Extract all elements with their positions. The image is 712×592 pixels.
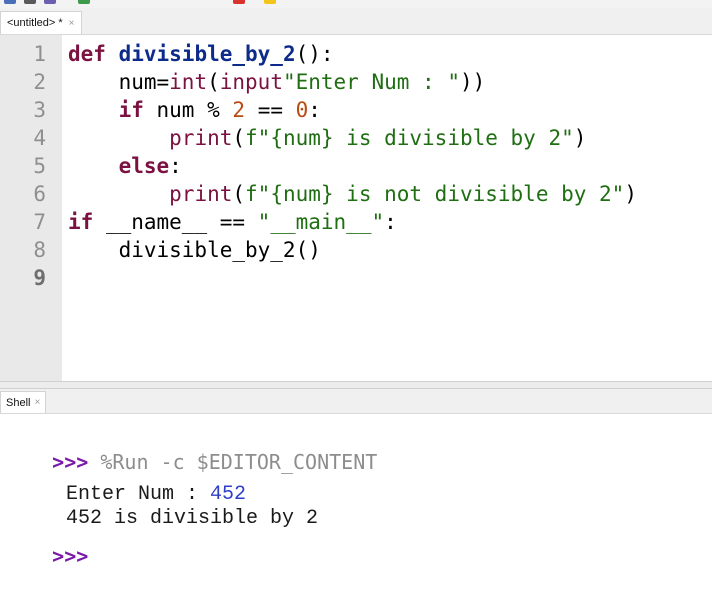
line-number: 8 (33, 238, 46, 262)
line-number: 9 (33, 266, 46, 290)
line-number: 7 (33, 210, 46, 234)
code-token: ( (232, 126, 246, 150)
code-area[interactable]: def divisible_by_2(): num=int(input"Ente… (68, 40, 637, 292)
code-line[interactable]: def divisible_by_2(): (68, 40, 637, 68)
code-token: def (68, 42, 106, 66)
code-token: if (68, 210, 94, 234)
code-token: input (219, 70, 283, 94)
code-token: int (169, 70, 208, 94)
code-editor[interactable]: 123456789 def divisible_by_2(): num=int(… (0, 35, 712, 381)
stop-icon[interactable] (233, 0, 245, 4)
editor-tab-label: <untitled> * (7, 17, 63, 29)
code-token: divisible_by_2 (118, 42, 296, 66)
line-number: 1 (33, 42, 46, 66)
code-token: num % (143, 98, 233, 122)
pane-divider[interactable] (0, 381, 712, 389)
line-number: 2 (33, 70, 46, 94)
code-line[interactable]: num=int(input"Enter Num : ")) (68, 68, 637, 96)
editor-tabbar: <untitled> * × (0, 8, 712, 35)
code-line[interactable]: divisible_by_2() (68, 236, 637, 264)
code-token: "Enter Num : " (282, 70, 460, 94)
code-token: 2 (232, 98, 246, 122)
shell-tabbar: Shell × (0, 389, 712, 414)
code-token: "__main__" (257, 210, 385, 234)
code-token: num= (68, 70, 170, 94)
code-line[interactable]: if __name__ == "__main__": (68, 208, 637, 236)
code-token: 0 (295, 98, 309, 122)
shell-prompt[interactable]: >>> (52, 544, 88, 568)
close-icon[interactable]: × (69, 18, 75, 29)
close-icon[interactable]: × (34, 397, 40, 408)
code-token: ( (207, 70, 220, 94)
code-token: : (169, 154, 182, 178)
toolbar-icon-1[interactable] (4, 0, 16, 4)
code-token: == (245, 98, 296, 122)
code-token: print (169, 182, 233, 206)
line-number: 4 (33, 126, 46, 150)
code-token: : (384, 210, 397, 234)
editor-tab-untitled[interactable]: <untitled> * × (0, 11, 82, 34)
code-token: f"{num} is not divisible by 2" (245, 182, 625, 206)
toolbar-icon-4[interactable] (78, 0, 90, 4)
code-token: divisible_by_2() (68, 238, 321, 262)
code-token: (): (295, 42, 334, 66)
toolbar (0, 0, 712, 8)
code-token: ) (573, 126, 587, 150)
toolbar-icon-3[interactable] (44, 0, 56, 4)
code-token: ) (624, 182, 637, 206)
shell-tab[interactable]: Shell × (0, 391, 47, 413)
code-line[interactable] (68, 264, 637, 292)
line-number: 6 (33, 182, 46, 206)
line-number: 3 (33, 98, 46, 122)
code-token: ( (232, 182, 246, 206)
line-number: 5 (33, 154, 46, 178)
shell-console[interactable]: >>> %Run -c $EDITOR_CONTENT Enter Num : … (0, 414, 712, 580)
line-number-gutter: 1 2 3 4 5 6 7 8 9 (0, 35, 62, 381)
code-line[interactable]: if num % 2 == 0: (68, 96, 637, 124)
output-result: 452 is divisible by 2 (66, 507, 319, 530)
code-token: __name__ == (93, 210, 258, 234)
code-token: f"{num} is divisible by 2" (245, 126, 574, 150)
code-token: if (118, 98, 144, 122)
code-token: else (118, 154, 170, 178)
code-line[interactable]: print(f"{num} is not divisible by 2") (68, 180, 637, 208)
code-token: print (169, 126, 233, 150)
toolbar-icon-2[interactable] (24, 0, 36, 4)
shell-tab-label: Shell (6, 396, 31, 409)
resume-icon[interactable] (264, 0, 276, 4)
code-line[interactable]: else: (68, 152, 637, 180)
code-line[interactable]: print(f"{num} is divisible by 2") (68, 124, 637, 152)
code-token: )) (459, 70, 486, 94)
code-token: : (308, 98, 321, 122)
